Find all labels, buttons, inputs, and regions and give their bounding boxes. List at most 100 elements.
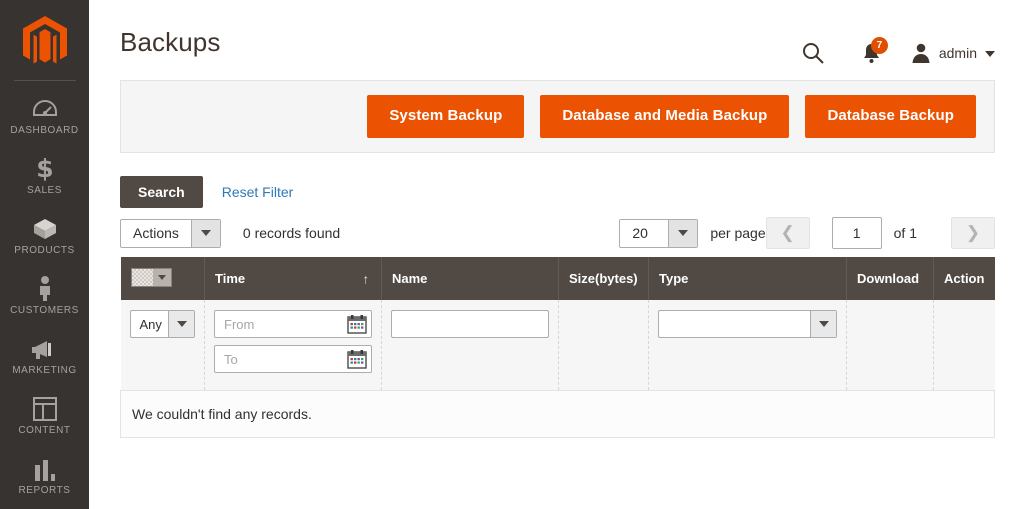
search-button[interactable]: Search [120, 176, 203, 208]
filter-cell-action [933, 300, 995, 391]
database-and-media-backup-button[interactable]: Database and Media Backup [540, 95, 790, 138]
system-backup-button[interactable]: System Backup [367, 95, 525, 138]
total-pages-label: of 1 [893, 225, 917, 241]
type-filter-select[interactable] [658, 310, 837, 338]
chevron-down-icon [985, 51, 995, 57]
layout-icon [29, 395, 61, 421]
filter-cell-time [204, 300, 382, 391]
filter-cell-download [846, 300, 934, 391]
user-avatar-icon [910, 42, 932, 64]
sidebar-item-content[interactable]: CONTENT [0, 385, 89, 445]
backup-actions-bar: System Backup Database and Media Backup … [120, 80, 995, 153]
sidebar-item-products[interactable]: PRODUCTS [0, 205, 89, 265]
column-label: Time [215, 271, 246, 286]
type-filter-value [659, 311, 810, 337]
next-page-button[interactable]: ❯ [951, 217, 995, 249]
content-area: System Backup Database and Media Backup … [89, 80, 1019, 438]
box-icon [29, 215, 61, 241]
sidebar-item-customers[interactable]: CUSTOMERS [0, 265, 89, 325]
sidebar-item-marketing[interactable]: MARKETING [0, 325, 89, 385]
magento-logo[interactable] [22, 16, 67, 68]
column-label: Name [392, 271, 428, 286]
per-page-value: 20 [632, 225, 648, 241]
dollar-icon: $ [29, 155, 61, 181]
sidebar: DASHBOARD $ SALES PRODUCTS CUSTOMERS MAR… [0, 0, 89, 509]
column-label: Size(bytes) [569, 271, 638, 286]
database-backup-button[interactable]: Database Backup [805, 95, 976, 138]
grid-controls: Actions 0 records found 20 per page ❮ of… [120, 209, 995, 257]
filter-cell-size-bytes [558, 300, 649, 391]
sidebar-item-label: CUSTOMERS [10, 305, 79, 316]
filter-cell-select: Any [120, 300, 205, 391]
grid-header-row: Time ↑ Name Size(bytes) Type Download Ac… [120, 257, 995, 300]
admin-page: DASHBOARD $ SALES PRODUCTS CUSTOMERS MAR… [0, 0, 1019, 509]
reset-filter-link[interactable]: Reset Filter [222, 184, 294, 200]
admin-menu[interactable]: admin [910, 42, 995, 64]
page-header: Backups 7 admin [89, 0, 1019, 80]
column-label: Action [944, 271, 985, 286]
per-page-select[interactable]: 20 [619, 218, 699, 248]
per-page-label: per page [710, 225, 766, 241]
column-header-select-all[interactable] [120, 257, 205, 300]
search-controls: Search Reset Filter [120, 153, 995, 209]
filter-cell-name [381, 300, 559, 391]
arrow-up-icon: ↑ [362, 271, 370, 286]
bar-chart-icon [29, 455, 61, 481]
grid-filter-row: Any [120, 300, 995, 391]
chevron-left-icon: ❮ [780, 223, 795, 242]
column-header-size-bytes[interactable]: Size(bytes) [558, 257, 649, 300]
actions-select-value: Actions [133, 225, 179, 241]
sidebar-item-label: CONTENT [18, 425, 71, 436]
dashboard-icon [29, 95, 61, 121]
sidebar-item-dashboard[interactable]: DASHBOARD [0, 85, 89, 145]
sidebar-item-label: MARKETING [12, 365, 77, 376]
column-header-download: Download [846, 257, 934, 300]
chevron-down-icon [668, 219, 698, 247]
select-filter[interactable]: Any [129, 310, 195, 338]
column-label: Download [857, 271, 920, 286]
column-header-action: Action [933, 257, 995, 300]
person-icon [29, 275, 61, 301]
chevron-down-icon [190, 219, 220, 247]
calendar-icon[interactable] [347, 314, 367, 334]
filter-cell-type [648, 300, 847, 391]
backups-grid: Time ↑ Name Size(bytes) Type Download Ac… [120, 257, 995, 438]
actions-select[interactable]: Actions [120, 218, 221, 248]
column-header-type[interactable]: Type [648, 257, 847, 300]
page-number-input[interactable] [831, 217, 882, 249]
page-title: Backups [120, 27, 221, 57]
calendar-icon[interactable] [347, 349, 367, 369]
sidebar-item-label: DASHBOARD [10, 125, 79, 136]
chevron-down-icon [152, 269, 171, 286]
checkbox-icon [131, 269, 153, 286]
column-header-time[interactable]: Time ↑ [204, 257, 382, 300]
column-header-name[interactable]: Name [381, 257, 559, 300]
records-found-label: 0 records found [242, 225, 341, 241]
empty-message: We couldn't find any records. [120, 390, 995, 438]
previous-page-button[interactable]: ❮ [765, 217, 810, 249]
time-from-field [214, 310, 372, 338]
name-field [391, 310, 549, 338]
sidebar-divider [13, 80, 76, 81]
chevron-down-icon [168, 311, 194, 337]
pagination: 20 per page ❮ of 1 ❯ [619, 217, 995, 249]
megaphone-icon [29, 335, 61, 361]
chevron-down-icon [810, 311, 836, 337]
sidebar-item-label: PRODUCTS [14, 245, 75, 256]
sidebar-item-reports[interactable]: REPORTS [0, 445, 89, 505]
time-to-field [214, 345, 372, 373]
sidebar-item-label: SALES [27, 185, 62, 196]
sidebar-item-label: REPORTS [18, 485, 71, 496]
svg-text:$: $ [36, 155, 53, 181]
notifications-button[interactable]: 7 [852, 36, 892, 70]
header-tools: 7 admin [796, 36, 995, 70]
admin-username: admin [938, 45, 977, 61]
select-all-dropdown[interactable] [130, 268, 172, 287]
notification-badge: 7 [870, 37, 888, 54]
main-content: Backups 7 admin System Backup Database a… [89, 0, 1019, 509]
sidebar-item-sales[interactable]: $ SALES [0, 145, 89, 205]
name-filter-input[interactable] [391, 310, 549, 338]
select-filter-value: Any [139, 316, 162, 332]
grid-empty-row: We couldn't find any records. [120, 390, 995, 438]
search-icon[interactable] [796, 36, 830, 70]
